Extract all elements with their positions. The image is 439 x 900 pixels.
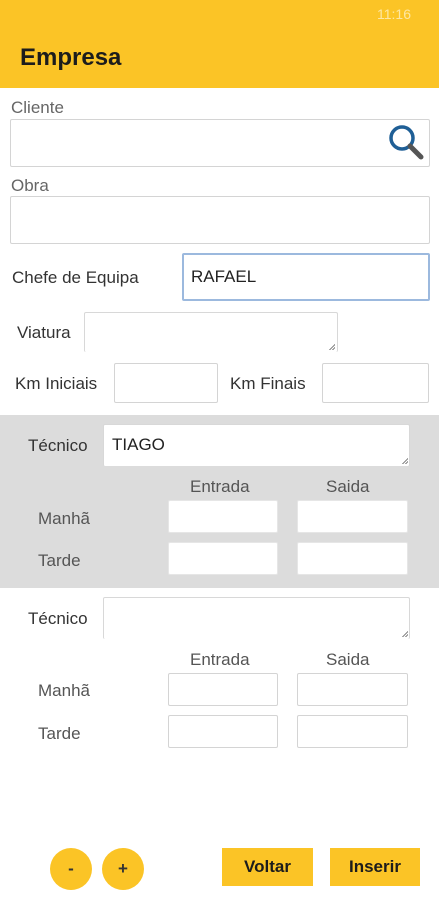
tecnico-1-manha-entrada[interactable] [168,500,278,533]
km-iniciais-label: Km Iniciais [15,374,98,393]
tecnico-2-manha-label: Manhã [38,681,90,700]
tecnico-1-manha-saida[interactable] [297,500,408,533]
tecnico-1-tarde-entrada[interactable] [168,542,278,575]
tecnico-1-entrada-header: Entrada [190,477,250,496]
app-bar: Empresa [0,30,439,88]
voltar-button[interactable]: Voltar [222,848,313,886]
tecnico-2-manha-saida[interactable] [297,673,408,706]
tecnico-2-entrada-header: Entrada [190,650,250,669]
tecnico-2-tarde-entrada[interactable] [168,715,278,748]
remove-tecnico-button[interactable]: - [50,848,92,890]
status-time: 11:16 [377,6,411,22]
tecnico-2-saida-header: Saida [326,650,370,669]
km-finais-label: Km Finais [230,374,306,393]
chefe-input[interactable] [182,253,430,301]
resize-grip-icon [401,457,408,464]
cliente-input[interactable] [10,119,430,167]
page-title: Empresa [20,44,122,71]
inserir-button[interactable]: Inserir [330,848,420,886]
obra-label: Obra [11,176,49,195]
obra-input[interactable] [10,196,430,244]
cliente-label: Cliente [11,98,64,117]
chefe-label: Chefe de Equipa [12,268,139,287]
tecnico-1-tarde-label: Tarde [38,551,81,570]
viatura-input[interactable] [84,312,338,352]
tecnico-2-input[interactable] [103,597,410,639]
tecnico-1-label: Técnico [28,436,88,455]
status-bar: 11:16 [0,0,439,30]
km-iniciais-input[interactable] [114,363,218,403]
tecnico-1-saida-header: Saida [326,477,370,496]
search-icon[interactable] [384,121,428,165]
resize-grip-icon [401,630,408,637]
tecnico-1-input[interactable]: TIAGO [103,424,410,466]
km-finais-input[interactable] [322,363,429,403]
tecnico-2-manha-entrada[interactable] [168,673,278,706]
tecnico-2-tarde-saida[interactable] [297,715,408,748]
tecnico-1-manha-label: Manhã [38,509,90,528]
tecnico-2-label: Técnico [28,609,88,628]
viatura-label: Viatura [17,323,71,342]
resize-grip-icon [328,343,335,350]
add-tecnico-button[interactable]: + [102,848,144,890]
tecnico-1-tarde-saida[interactable] [297,542,408,575]
tecnico-2-tarde-label: Tarde [38,724,81,743]
